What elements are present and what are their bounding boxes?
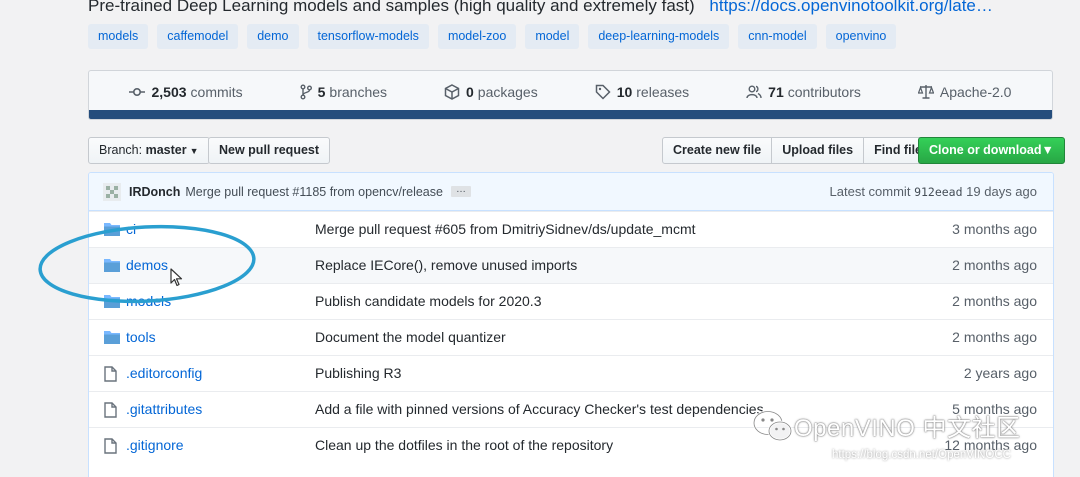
table-row: ci Merge pull request #605 from DmitriyS…: [89, 211, 1053, 247]
file-age: 2 months ago: [952, 329, 1037, 345]
file-commit-message[interactable]: Merge pull request #605 from DmitriySidn…: [315, 221, 696, 237]
file-age: 2 months ago: [952, 257, 1037, 273]
table-row: demos Replace IECore(), remove unused im…: [89, 247, 1053, 283]
file-icon: [104, 402, 117, 418]
releases-count: 10: [616, 83, 633, 100]
commits-label: commits: [190, 83, 243, 100]
file-name-link[interactable]: tools: [126, 329, 156, 345]
table-row: models Publish candidate models for 2020…: [89, 283, 1053, 319]
contributors-count: 71: [768, 83, 784, 100]
avatar[interactable]: [103, 182, 121, 201]
file-commit-message[interactable]: Document the model quantizer: [315, 329, 506, 345]
topic-tag[interactable]: deep-learning-models: [588, 24, 730, 49]
wechat-icon: [752, 409, 793, 441]
history-icon: [129, 87, 146, 96]
branches-link[interactable]: 5 branches: [300, 84, 387, 100]
chevron-down-icon: ▼: [1041, 143, 1054, 157]
description-text: Pre-trained Deep Learning models and sam…: [88, 0, 695, 15]
watermark-text: OpenVINO 中文社区: [794, 415, 1021, 442]
watermark-url: https://blog.csdn.net/OpenVINOCC: [832, 449, 1011, 461]
file-commit-message[interactable]: Publish candidate models for 2020.3: [315, 293, 541, 309]
file-actions-group: Create new file Upload files Find file: [662, 137, 933, 164]
commits-count: 2,503: [151, 83, 187, 100]
file-toolbar: Branch: master ▼ New pull request Create …: [88, 137, 1065, 165]
repo-description: Pre-trained Deep Learning models and sam…: [88, 0, 1080, 20]
latest-commit-bar: IRDonch Merge pull request #1185 from op…: [89, 173, 1053, 211]
topic-tag[interactable]: tensorflow-models: [307, 24, 429, 49]
topic-tag[interactable]: model: [525, 24, 580, 49]
file-name-link[interactable]: .gitignore: [126, 437, 184, 453]
file-name-link[interactable]: .editorconfig: [126, 365, 202, 381]
table-row: .editorconfig Publishing R3 2 years ago: [89, 355, 1053, 391]
file-name-link[interactable]: models: [126, 293, 171, 309]
packages-link[interactable]: 0 packages: [444, 84, 538, 100]
file-age: 2 months ago: [952, 293, 1037, 309]
contributors-link[interactable]: 71 contributors: [746, 84, 861, 100]
table-row: tools Document the model quantizer 2 mon…: [89, 319, 1053, 355]
branch-select[interactable]: Branch: master ▼: [88, 137, 210, 164]
topic-tag[interactable]: model-zoo: [437, 24, 517, 49]
commits-link[interactable]: 2,503 commits: [129, 83, 243, 100]
repo-summary: 2,503 commits 5 branches 0 packages 10 r…: [88, 70, 1053, 120]
language-bar[interactable]: [89, 110, 1052, 119]
packages-count: 0: [465, 83, 474, 100]
file-age: 3 months ago: [952, 221, 1037, 237]
file-name-link[interactable]: demos: [126, 257, 168, 273]
file-icon: [104, 366, 117, 382]
branch-icon: [300, 84, 312, 99]
license-label: Apache-2.0: [939, 83, 1012, 100]
latest-commit-prefix: Latest commit: [829, 184, 911, 199]
folder-icon: [104, 331, 120, 344]
file-name-link[interactable]: .gitattributes: [126, 401, 202, 417]
clone-download-button[interactable]: Clone or download▼: [918, 137, 1065, 164]
topic-tag[interactable]: openvino: [825, 24, 897, 49]
folder-icon: [104, 295, 120, 308]
chevron-down-icon: ▼: [189, 146, 199, 156]
file-commit-message[interactable]: Replace IECore(), remove unused imports: [315, 257, 577, 273]
file-commit-message[interactable]: Publishing R3: [315, 365, 401, 381]
branch-value: master: [145, 143, 187, 157]
topic-tag[interactable]: demo: [247, 24, 299, 49]
packages-label: packages: [477, 83, 538, 100]
releases-link[interactable]: 10 releases: [595, 83, 690, 100]
folder-icon: [104, 223, 120, 236]
topic-tag[interactable]: caffemodel: [157, 24, 239, 49]
contributors-label: contributors: [787, 83, 861, 100]
topic-list: models caffemodel demo tensorflow-models…: [88, 24, 897, 50]
file-icon: [104, 438, 117, 454]
create-new-file-button[interactable]: Create new file: [662, 137, 773, 164]
people-icon: [746, 85, 762, 98]
package-icon: [444, 83, 460, 100]
law-icon: [917, 85, 934, 99]
clone-label: Clone or download: [929, 143, 1042, 157]
watermark: OpenVINO 中文社区: [752, 408, 1021, 443]
file-age: 2 years ago: [963, 365, 1037, 381]
license-link[interactable]: Apache-2.0: [917, 83, 1012, 100]
upload-files-button[interactable]: Upload files: [771, 137, 865, 164]
topic-tag[interactable]: models: [88, 24, 149, 49]
homepage-link[interactable]: https://docs.openvinotoolkit.org/late…: [709, 0, 993, 15]
topic-tag[interactable]: cnn-model: [738, 24, 817, 49]
releases-label: releases: [636, 83, 690, 100]
branches-label: branches: [329, 83, 388, 100]
latest-commit-info: Latest commit 912eead 19 days ago: [830, 184, 1037, 199]
file-commit-message[interactable]: Add a file with pinned versions of Accur…: [315, 401, 764, 417]
branch-label: Branch:: [99, 143, 143, 157]
commit-author[interactable]: IRDonch: [129, 185, 180, 199]
folder-icon: [104, 259, 120, 272]
branches-count: 5: [317, 83, 326, 100]
commit-age: 19 days ago: [966, 184, 1037, 199]
new-pull-request-button[interactable]: New pull request: [208, 137, 331, 164]
file-name-link[interactable]: ci: [126, 221, 136, 237]
expand-commit-button[interactable]: …: [450, 185, 471, 197]
file-commit-message[interactable]: Clean up the dotfiles in the root of the…: [315, 437, 613, 453]
commit-sha[interactable]: 912eead: [914, 185, 962, 199]
commit-message[interactable]: Merge pull request #1185 from opencv/rel…: [185, 185, 443, 199]
tag-icon: [595, 84, 611, 100]
